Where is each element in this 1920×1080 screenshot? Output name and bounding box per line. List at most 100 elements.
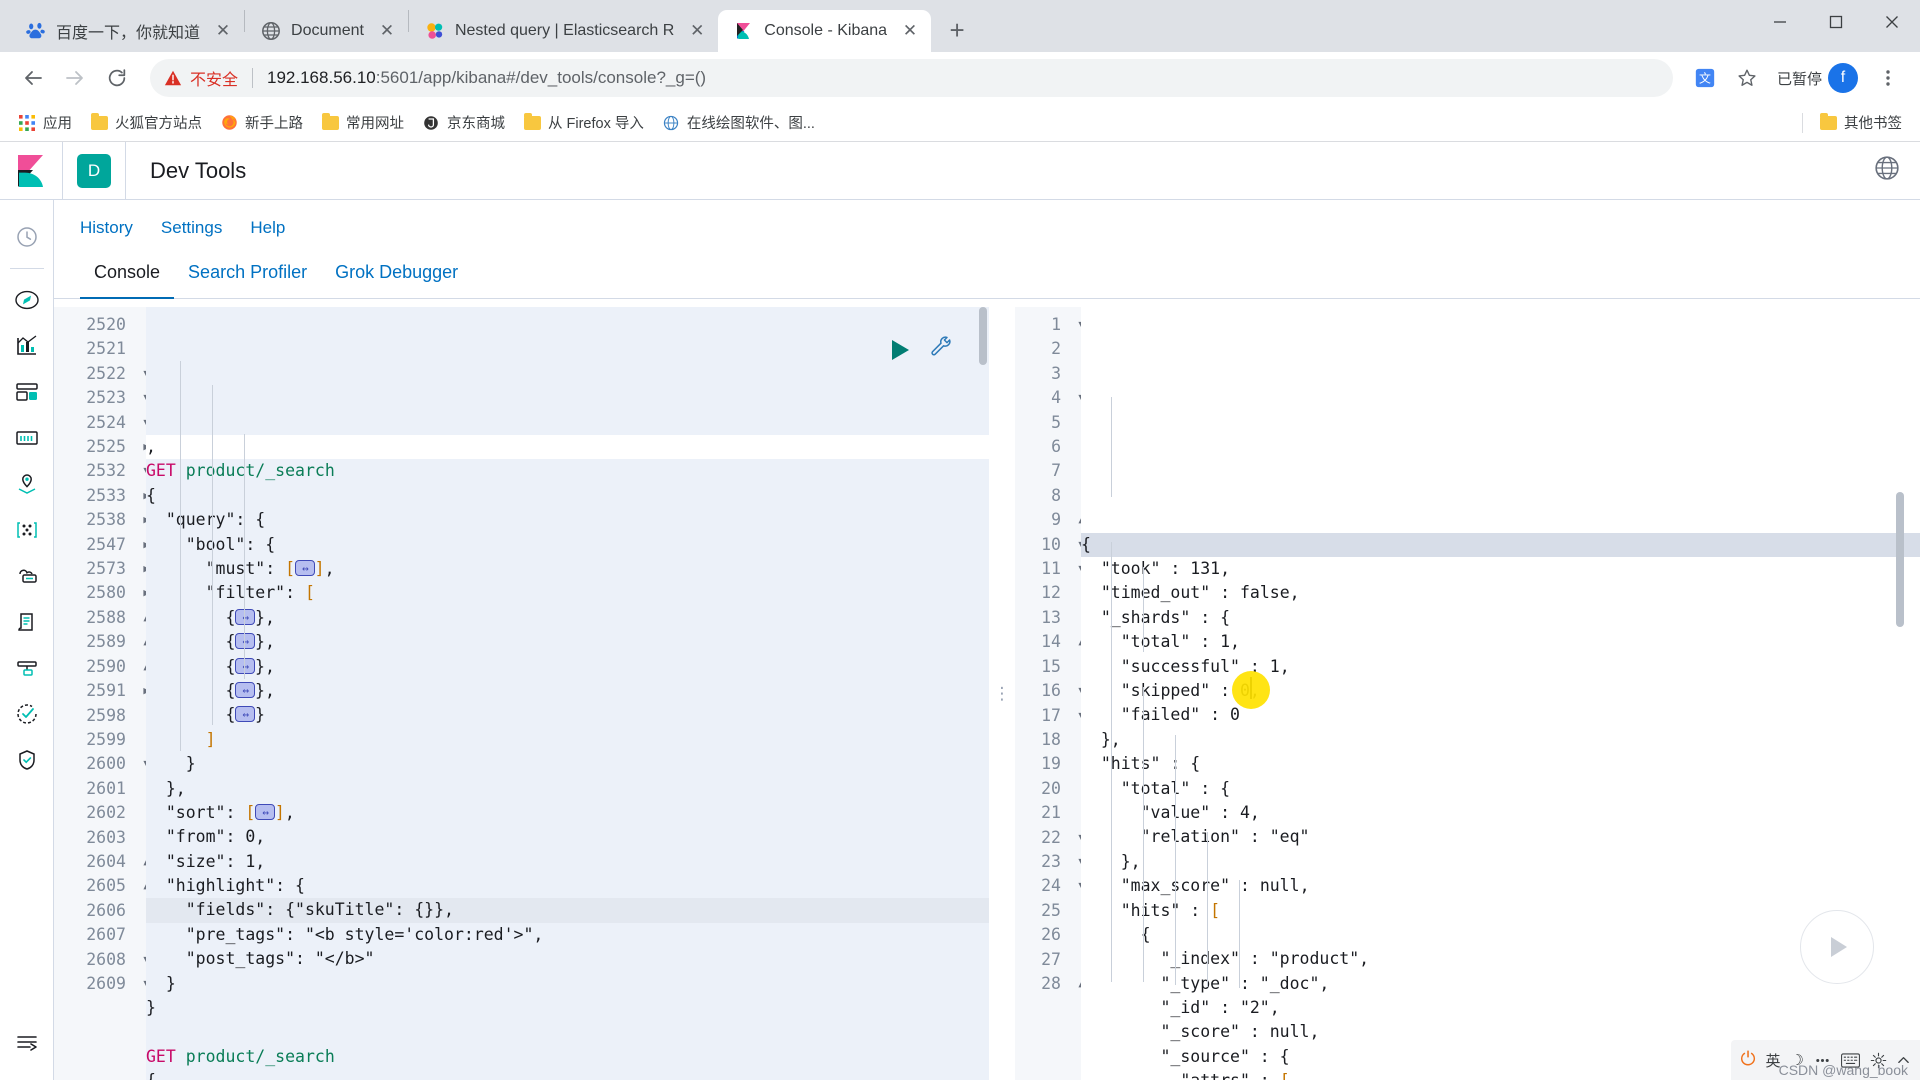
wrench-icon[interactable] (927, 333, 953, 366)
line-number: 6 (1051, 437, 1061, 457)
maps-icon[interactable] (0, 461, 54, 507)
power-icon[interactable]: ⏻ (1741, 1049, 1756, 1071)
apm-icon[interactable] (0, 645, 54, 691)
editor-line[interactable]: {↔}, (146, 679, 989, 703)
folded-code-badge[interactable]: ↔ (295, 559, 315, 576)
response-scrollbar[interactable] (1896, 492, 1904, 627)
kibana-logo-icon[interactable] (0, 154, 62, 188)
maximize-icon[interactable] (1808, 0, 1864, 44)
uptime-icon[interactable] (0, 691, 54, 737)
logs-icon[interactable] (0, 599, 54, 645)
folded-code-badge[interactable]: ↔ (235, 633, 256, 650)
editor-line[interactable]: { (146, 1069, 989, 1080)
editor-line[interactable]: "query": { (146, 508, 989, 532)
bookmark-other[interactable]: 其他书签 (1811, 107, 1910, 138)
machine-learning-icon[interactable] (0, 507, 54, 553)
new-tab-button[interactable]: + (939, 12, 975, 48)
folded-code-badge[interactable]: ↔ (235, 657, 256, 674)
browser-tab-1[interactable]: Document ✕ (245, 10, 408, 52)
close-icon[interactable] (1864, 0, 1920, 44)
tab-close-icon[interactable]: ✕ (897, 18, 923, 44)
infrastructure-icon[interactable] (0, 553, 54, 599)
editor-line[interactable]: } (146, 752, 989, 776)
bookmark-firefox[interactable]: 新手上路 (212, 107, 311, 138)
bookmark-jd[interactable]: 京东商城 (414, 107, 513, 138)
editor-line[interactable]: {↔}, (146, 630, 989, 654)
tab-close-icon[interactable]: ✕ (210, 18, 236, 44)
kibana-body: History Settings Help Console Search Pro… (0, 200, 1920, 1080)
sync-paused-indicator[interactable]: 已暂停 f (1771, 63, 1864, 93)
editor-line[interactable]: { (146, 484, 989, 508)
visualize-chart-icon[interactable] (0, 323, 54, 369)
elastic-icon (425, 21, 445, 41)
editor-line[interactable]: }, (146, 777, 989, 801)
space-badge[interactable]: D (77, 153, 111, 188)
editor-line[interactable]: "size": 1, (146, 850, 989, 874)
line-number: 11▼ (1015, 557, 1085, 581)
editor-line[interactable]: } (146, 996, 989, 1020)
editor-line[interactable]: GET product/_search (146, 1045, 989, 1069)
link-help[interactable]: Help (250, 218, 285, 238)
editor-line[interactable]: "highlight": { (146, 874, 989, 898)
browser-tab-3[interactable]: Console - Kibana ✕ (718, 10, 932, 52)
request-editor[interactable]: 252025212522▼2523▼2524▼2525▶2532▼2533▶25… (54, 307, 989, 1080)
firefox-icon (220, 114, 238, 132)
editor-line[interactable]: {↔}, (146, 606, 989, 630)
translate-icon[interactable]: 文 (1687, 60, 1723, 96)
omnibox[interactable]: 不安全 192.168.56.10:5601/app/kibana#/dev_t… (150, 59, 1673, 97)
editor-line[interactable]: } (146, 972, 989, 996)
minimize-icon[interactable] (1752, 0, 1808, 44)
tab-search-profiler[interactable]: Search Profiler (174, 252, 321, 299)
tab-close-icon[interactable]: ✕ (374, 18, 400, 44)
editor-line[interactable]: "post_tags": "</b>" (146, 947, 989, 971)
editor-line[interactable]: "pre_tags": "<b style='color:red'>", (146, 923, 989, 947)
editor-line[interactable]: {↔}, (146, 655, 989, 679)
pane-resizer[interactable]: ⋮ (989, 307, 1015, 1080)
bookmark-folder-3[interactable]: 从 Firefox 导入 (515, 107, 652, 138)
editor-code[interactable]: , GET product/_search{ "query": { "bool":… (146, 307, 989, 1080)
more-vert-icon[interactable] (1870, 60, 1906, 96)
editor-line[interactable] (146, 1020, 989, 1044)
bookmark-folder-2[interactable]: 常用网址 (313, 107, 412, 138)
forward-arrow-icon[interactable] (56, 59, 94, 97)
discover-compass-icon[interactable] (0, 277, 54, 323)
editor-line[interactable]: GET product/_search (146, 459, 989, 483)
editor-line[interactable]: "filter": [ (146, 581, 989, 605)
editor-line[interactable]: "bool": { (146, 533, 989, 557)
reload-icon[interactable] (98, 59, 136, 97)
siem-icon[interactable] (0, 737, 54, 783)
bookmark-folder-1[interactable]: 火狐官方站点 (82, 107, 210, 138)
help-globe-icon[interactable] (1874, 155, 1900, 186)
bookmark-label: 常用网址 (346, 116, 404, 132)
star-icon[interactable] (1729, 60, 1765, 96)
canvas-icon[interactable] (0, 415, 54, 461)
folded-code-badge[interactable]: ↔ (235, 681, 256, 698)
link-settings[interactable]: Settings (161, 218, 222, 238)
editor-line[interactable]: ] (146, 728, 989, 752)
editor-line[interactable]: "fields": {"skuTitle": {}}, (146, 898, 989, 923)
folded-code-badge[interactable]: ↔ (235, 608, 256, 625)
editor-scrollbar[interactable] (979, 307, 987, 365)
folded-code-badge[interactable]: ↔ (255, 803, 275, 820)
editor-line[interactable]: {↔} (146, 703, 989, 727)
response-viewer[interactable]: 1▼2 3 4▼5 6 7 8 9▲10▼11▼12 13 14▲15 16▼17▼18 19 20 2… (1015, 307, 1920, 1080)
tab-close-icon[interactable]: ✕ (684, 18, 710, 44)
bookmark-drawio[interactable]: 在线绘图软件、图... (654, 107, 823, 138)
tab-console[interactable]: Console (80, 252, 175, 299)
editor-line[interactable]: "sort": [↔], (146, 801, 989, 825)
tab-grok-debugger[interactable]: Grok Debugger (321, 252, 472, 299)
editor-line[interactable]: "from": 0, (146, 825, 989, 849)
play-triangle-icon[interactable] (892, 339, 909, 360)
link-history[interactable]: History (80, 218, 133, 238)
avatar[interactable]: f (1828, 63, 1858, 93)
management-arrow-icon[interactable] (0, 1018, 54, 1064)
editor-line[interactable]: "must": [↔], (146, 557, 989, 581)
dashboard-icon[interactable] (0, 369, 54, 415)
bookmark-apps[interactable]: 应用 (10, 107, 80, 138)
browser-tab-2[interactable]: Nested query | Elasticsearch R ✕ (409, 10, 718, 52)
back-arrow-icon[interactable] (14, 59, 52, 97)
editor-line[interactable]: , (146, 435, 989, 460)
clock-recent-icon[interactable] (0, 214, 54, 260)
folded-code-badge[interactable]: ↔ (235, 706, 256, 723)
browser-tab-0[interactable]: 百度一下，你就知道 ✕ (10, 10, 244, 52)
